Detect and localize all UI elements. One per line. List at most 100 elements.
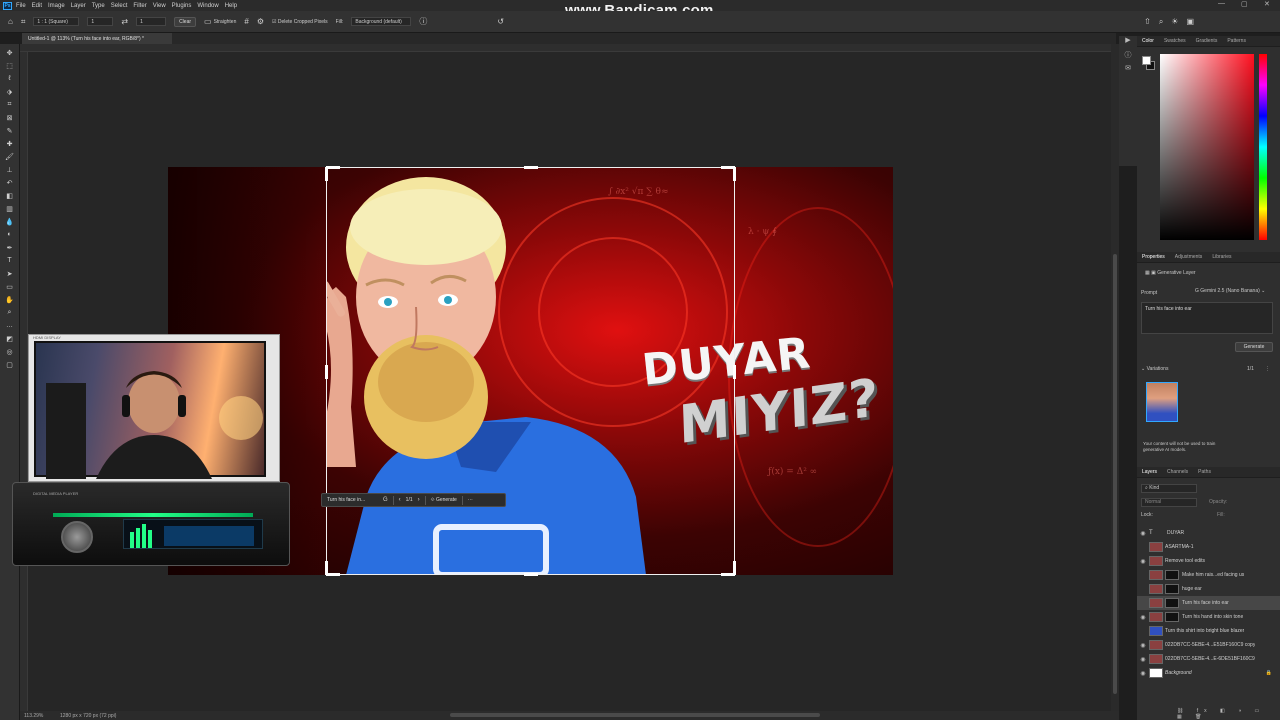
delete-cropped-checkbox[interactable]: ☑ Delete Cropped Pixels bbox=[272, 19, 328, 25]
layer-row[interactable]: Make him rais...ed facing us bbox=[1137, 568, 1280, 582]
tab-layers[interactable]: Layers bbox=[1137, 469, 1162, 475]
generate-prompt-input[interactable]: Turn his face in... bbox=[327, 497, 379, 503]
search-icon[interactable]: ⌕ bbox=[1159, 17, 1163, 27]
dodge-tool-icon[interactable]: ◐ bbox=[4, 228, 16, 241]
menu-file[interactable]: File bbox=[16, 3, 26, 9]
blend-mode-select[interactable]: Normal bbox=[1141, 498, 1197, 507]
crop-handle[interactable] bbox=[524, 573, 538, 576]
layer-row-selected[interactable]: Turn his face into ear bbox=[1137, 596, 1280, 610]
layer-row[interactable]: ASARTMA-1 bbox=[1137, 540, 1280, 554]
menu-window[interactable]: Window bbox=[197, 3, 218, 9]
menu-help[interactable]: Help bbox=[225, 3, 237, 9]
layer-row[interactable]: huge ear bbox=[1137, 582, 1280, 596]
crop-handle[interactable] bbox=[524, 166, 538, 169]
quick-mask-icon[interactable]: ◎ bbox=[4, 345, 16, 358]
type-tool-icon[interactable]: T bbox=[4, 254, 16, 267]
visibility-eye-icon[interactable]: ◉ bbox=[1137, 656, 1149, 663]
vertical-scrollbar[interactable] bbox=[1111, 44, 1119, 711]
info-panel-icon[interactable]: ⓘ bbox=[1119, 50, 1137, 64]
eraser-tool-icon[interactable]: ◧ bbox=[4, 189, 16, 202]
crop-tool-icon[interactable]: ⌗ bbox=[4, 98, 16, 111]
info-icon[interactable]: ⓘ bbox=[419, 16, 427, 27]
model-select[interactable]: G Gemini 2.5 (Nano Banana) ⌄ bbox=[1195, 288, 1265, 294]
menu-layer[interactable]: Layer bbox=[71, 3, 86, 9]
crop-handle[interactable] bbox=[325, 167, 328, 181]
tab-channels[interactable]: Channels bbox=[1162, 469, 1193, 475]
ratio-width-input[interactable]: 1 bbox=[87, 17, 114, 26]
next-icon[interactable]: › bbox=[418, 497, 420, 503]
document-tab[interactable]: Untitled-1 @ 113% (Turn his face into ea… bbox=[22, 33, 172, 44]
menu-plugins[interactable]: Plugins bbox=[172, 3, 192, 9]
clear-button[interactable]: Clear bbox=[174, 16, 197, 27]
frame-tool-icon[interactable]: ⊠ bbox=[4, 111, 16, 124]
home-icon[interactable]: ⌂ bbox=[8, 17, 13, 26]
visibility-eye-icon[interactable]: ◉ bbox=[1137, 642, 1149, 649]
generate-button[interactable]: ⟐ Generate bbox=[431, 497, 457, 503]
foreground-color-swatch[interactable] bbox=[1142, 56, 1151, 65]
swap-icon[interactable]: ⇄ bbox=[121, 17, 128, 26]
settings-gear-icon[interactable]: ⚙ bbox=[257, 17, 264, 26]
history-brush-icon[interactable]: ↶ bbox=[4, 176, 16, 189]
crop-handle[interactable] bbox=[733, 167, 736, 181]
layer-row[interactable]: ◉ Remove tool edits bbox=[1137, 554, 1280, 568]
hue-slider[interactable] bbox=[1259, 54, 1267, 240]
layer-row[interactable]: Turn this shirt into bright blue blazer bbox=[1137, 624, 1280, 638]
properties-generate-button[interactable]: Generate bbox=[1235, 342, 1273, 352]
crop-tool-icon[interactable]: ⌗ bbox=[21, 17, 26, 27]
color-swatches-icon[interactable]: ◩ bbox=[4, 332, 16, 345]
visibility-eye-icon[interactable]: ◉ bbox=[1137, 670, 1149, 677]
move-tool-icon[interactable]: ✥ bbox=[4, 46, 16, 59]
eyedropper-tool-icon[interactable]: ✎ bbox=[4, 124, 16, 137]
crop-handle[interactable] bbox=[326, 573, 340, 576]
crop-handle[interactable] bbox=[326, 166, 340, 169]
comment-icon[interactable]: ✉ bbox=[1119, 64, 1137, 78]
prompt-textarea[interactable]: Turn his face into ear bbox=[1141, 302, 1273, 334]
reset-icon[interactable]: ↺ bbox=[497, 17, 504, 26]
layer-row[interactable]: ◉ Background 🔒 bbox=[1137, 666, 1280, 680]
crop-selection-box[interactable] bbox=[325, 166, 736, 576]
path-select-icon[interactable]: ➤ bbox=[4, 267, 16, 280]
workspace-icon[interactable]: ▣ bbox=[1186, 17, 1194, 26]
crop-handle[interactable] bbox=[733, 365, 736, 379]
tab-properties[interactable]: Properties bbox=[1137, 254, 1170, 260]
healing-tool-icon[interactable]: ✚ bbox=[4, 137, 16, 150]
menu-view[interactable]: View bbox=[153, 3, 166, 9]
more-options-icon[interactable]: ··· bbox=[468, 497, 473, 503]
zoom-level[interactable]: 113.29% bbox=[24, 713, 60, 719]
crop-handle[interactable] bbox=[325, 561, 328, 575]
previous-icon[interactable]: ‹ bbox=[399, 497, 401, 503]
maximize-icon[interactable]: ▢ bbox=[1241, 0, 1248, 8]
scrollbar-thumb[interactable] bbox=[1113, 254, 1117, 694]
tab-swatches[interactable]: Swatches bbox=[1159, 38, 1191, 44]
zoom-tool-icon[interactable]: ⌕ bbox=[4, 306, 16, 319]
color-picker-field[interactable] bbox=[1160, 54, 1254, 240]
brightness-icon[interactable]: ☀ bbox=[1171, 17, 1178, 26]
blur-tool-icon[interactable]: 💧 bbox=[4, 215, 16, 228]
ratio-select[interactable]: 1 : 1 (Square) bbox=[33, 17, 80, 26]
layer-row[interactable]: ◉ T DUYAR bbox=[1137, 526, 1280, 540]
gradient-tool-icon[interactable]: ▥ bbox=[4, 202, 16, 215]
menu-select[interactable]: Select bbox=[111, 3, 128, 9]
layer-row[interactable]: ◉ 022DB7CC-5EBE-4...E-6DE51BF160C9 bbox=[1137, 652, 1280, 666]
stamp-tool-icon[interactable]: ⊥ bbox=[4, 163, 16, 176]
ratio-height-input[interactable]: 1 bbox=[136, 17, 167, 26]
hand-tool-icon[interactable]: ✋ bbox=[4, 293, 16, 306]
layer-row[interactable]: ◉ Turn his hand into skin tone bbox=[1137, 610, 1280, 624]
grid-overlay-icon[interactable]: # bbox=[244, 17, 248, 26]
layer-row[interactable]: ◉ 022DB7CC-5EBE-4...E51BF160C9 copy bbox=[1137, 638, 1280, 652]
screen-mode-icon[interactable]: ▢ bbox=[4, 358, 16, 371]
visibility-eye-icon[interactable]: ◉ bbox=[1137, 614, 1149, 621]
crop-handle[interactable] bbox=[325, 365, 328, 379]
straighten-label[interactable]: Straighten bbox=[214, 19, 237, 25]
tab-libraries[interactable]: Libraries bbox=[1207, 254, 1236, 260]
straighten-icon[interactable]: ▭ bbox=[204, 17, 212, 26]
menu-edit[interactable]: Edit bbox=[32, 3, 42, 9]
menu-image[interactable]: Image bbox=[48, 3, 65, 9]
object-select-tool-icon[interactable]: ⬗ bbox=[4, 85, 16, 98]
tab-paths[interactable]: Paths bbox=[1193, 469, 1216, 475]
horizontal-scrollbar[interactable] bbox=[450, 713, 820, 717]
minimize-icon[interactable]: — bbox=[1218, 0, 1225, 7]
tab-color[interactable]: Color bbox=[1137, 38, 1159, 44]
play-icon[interactable]: ▶ bbox=[1119, 36, 1137, 50]
visibility-eye-icon[interactable]: ◉ bbox=[1137, 558, 1149, 565]
